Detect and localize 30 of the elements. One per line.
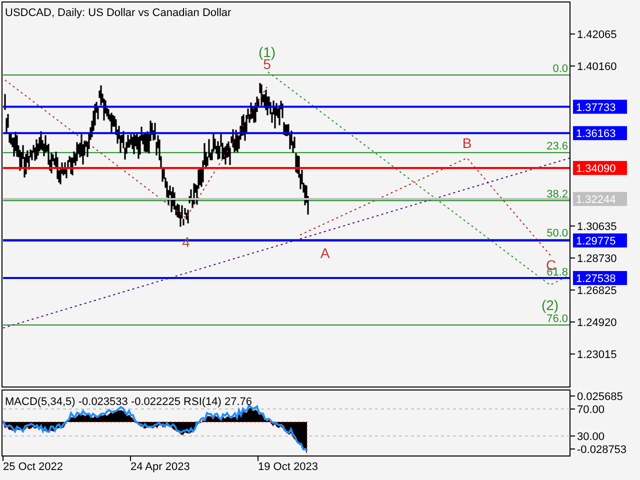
price-axis-label: 1.30635 [577, 221, 617, 233]
price-tag: 1.27538 [573, 271, 627, 286]
date-axis-label: 19 Oct 2023 [258, 461, 318, 473]
fibonacci-level-label: 0.0 [552, 63, 568, 75]
date-axis-label: 25 Oct 2022 [3, 461, 63, 473]
price-axis-label: 1.23015 [577, 349, 617, 361]
fibonacci-level-label: 50.0 [546, 228, 568, 240]
fibonacci-level-label: 76.0 [546, 313, 568, 326]
date-axis-label: 24 Apr 2023 [130, 461, 190, 473]
fibonacci-level-label: 23.6 [546, 140, 568, 153]
price-tag: 1.34090 [573, 160, 627, 175]
fibonacci-level-label: 38.2 [546, 188, 568, 201]
price-axis-label: 1.28730 [577, 253, 617, 265]
price-tag: 1.37733 [573, 100, 627, 114]
price-axis-label: 1.40160 [577, 61, 617, 73]
price-tag: 1.36163 [573, 126, 627, 140]
wave-label: A [320, 245, 330, 261]
indicator-axis-label: -0.028753 [577, 444, 627, 456]
price-tag: 1.29775 [573, 233, 627, 248]
wave-label: B [462, 135, 472, 151]
price-axis-label: 1.24920 [577, 317, 617, 329]
chart-title: USDCAD, Daily: US Dollar vs Canadian Dollar [5, 7, 232, 19]
price-tag: 1.32244 [573, 192, 627, 206]
indicator-title: MACD(5,34,5) -0.023533 -0.022225 RSI(14) 27.76 [5, 396, 252, 408]
wave-label: (2) [541, 297, 559, 313]
price-axis-label: 1.26825 [577, 285, 617, 297]
indicator-axis-label: 30.00 [577, 431, 605, 443]
price-axis-label: 1.42065 [577, 29, 617, 41]
indicator-axis-label: 0.025685 [577, 391, 623, 403]
indicator-axis-label: 70.00 [577, 404, 605, 416]
